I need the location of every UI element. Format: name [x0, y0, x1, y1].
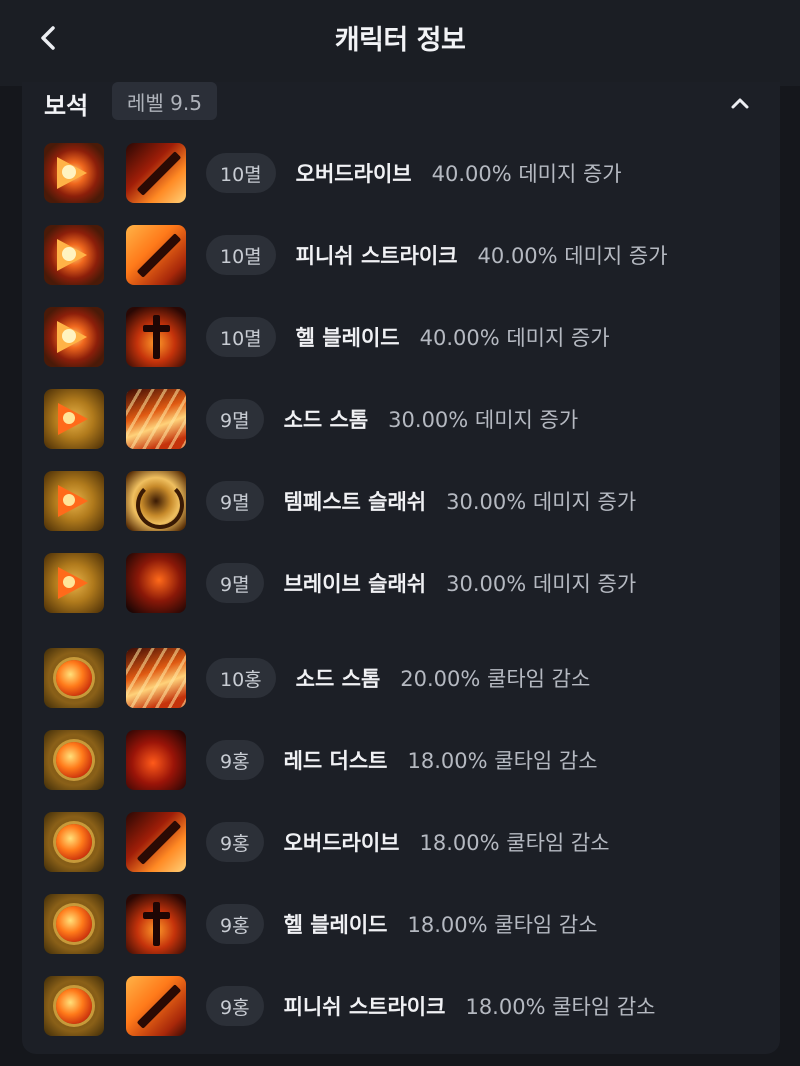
gem-effect: 20.00% 쿨타임 감소 [400, 667, 591, 691]
gem-row[interactable]: 9홍 피니쉬 스트라이크 18.00% 쿨타임 감소 [44, 974, 655, 1038]
gem-effect: 40.00% 데미지 증가 [477, 244, 668, 268]
gem-red-icon [44, 225, 104, 285]
gem-grade-badge: 9멸 [206, 563, 264, 603]
skill-name: 헬 블레이드 [295, 326, 400, 350]
gem-grade-badge: 9홍 [206, 822, 264, 862]
finish-strike-skill-icon [126, 225, 186, 285]
hell-blade-skill-icon [126, 894, 186, 954]
skill-name: 피니쉬 스트라이크 [295, 244, 458, 268]
brave-slash-skill-icon [126, 553, 186, 613]
skill-name: 템페스트 슬래쉬 [283, 490, 427, 514]
sword-storm-skill-icon [126, 648, 186, 708]
skill-name: 헬 블레이드 [283, 913, 388, 937]
gem-effect: 30.00% 데미지 증가 [388, 408, 579, 432]
gem-red-icon [44, 143, 104, 203]
gem-orb-icon [44, 730, 104, 790]
skill-name: 소드 스톰 [295, 667, 381, 691]
gem-effect: 18.00% 쿨타임 감소 [407, 913, 598, 937]
overdrive-skill-icon [126, 812, 186, 872]
gem-grade-badge: 9홍 [206, 986, 264, 1026]
page-title: 캐릭터 정보 [334, 25, 466, 56]
gem-row[interactable]: 10멸 오버드라이브 40.00% 데미지 증가 [44, 141, 622, 205]
gem-grade-badge: 9멸 [206, 399, 264, 439]
level-badge: 레벨 9.5 [112, 82, 217, 120]
gem-effect: 18.00% 쿨타임 감소 [407, 749, 598, 773]
gem-orb-icon [44, 648, 104, 708]
gem-row[interactable]: 10멸 헬 블레이드 40.00% 데미지 증가 [44, 305, 610, 369]
gem-orb-icon [44, 812, 104, 872]
skill-name: 오버드라이브 [283, 831, 400, 855]
gem-effect: 30.00% 데미지 증가 [446, 490, 637, 514]
collapse-button[interactable] [722, 88, 758, 118]
skill-name: 피니쉬 스트라이크 [283, 995, 446, 1019]
gem-row[interactable]: 9홍 레드 더스트 18.00% 쿨타임 감소 [44, 728, 598, 792]
gem-grade-badge: 9홍 [206, 740, 264, 780]
section-title: 보석 [44, 92, 89, 120]
skill-name: 오버드라이브 [295, 162, 412, 186]
gem-row[interactable]: 9멸 소드 스톰 30.00% 데미지 증가 [44, 387, 578, 451]
gem-row[interactable]: 9홍 헬 블레이드 18.00% 쿨타임 감소 [44, 892, 598, 956]
gem-effect: 40.00% 데미지 증가 [431, 162, 622, 186]
overdrive-skill-icon [126, 143, 186, 203]
gem-gold-icon [44, 553, 104, 613]
gem-orb-icon [44, 894, 104, 954]
hell-blade-skill-icon [126, 307, 186, 367]
gem-row[interactable]: 9멸 브레이브 슬래쉬 30.00% 데미지 증가 [44, 551, 636, 615]
gem-grade-badge: 9홍 [206, 904, 264, 944]
chevron-up-icon [731, 98, 749, 109]
gem-gold-icon [44, 389, 104, 449]
skill-name: 소드 스톰 [283, 408, 369, 432]
gem-grade-badge: 9멸 [206, 481, 264, 521]
gem-grade-badge: 10멸 [206, 153, 276, 193]
red-dust-skill-icon [126, 730, 186, 790]
skill-name: 브레이브 슬래쉬 [283, 572, 427, 596]
top-bar: 캐릭터 정보 [0, 0, 800, 86]
gem-red-icon [44, 307, 104, 367]
gem-grade-badge: 10멸 [206, 235, 276, 275]
gem-row[interactable]: 10멸 피니쉬 스트라이크 40.00% 데미지 증가 [44, 223, 668, 287]
skill-name: 레드 더스트 [283, 749, 388, 773]
gem-effect: 18.00% 쿨타임 감소 [419, 831, 610, 855]
gem-grade-badge: 10멸 [206, 317, 276, 357]
gem-effect: 18.00% 쿨타임 감소 [465, 995, 656, 1019]
gem-gold-icon [44, 471, 104, 531]
gem-effect: 40.00% 데미지 증가 [419, 326, 610, 350]
gem-effect: 30.00% 데미지 증가 [446, 572, 637, 596]
tempest-slash-skill-icon [126, 471, 186, 531]
gem-row[interactable]: 10홍 소드 스톰 20.00% 쿨타임 감소 [44, 646, 590, 710]
gem-orb-icon [44, 976, 104, 1036]
gem-grade-badge: 10홍 [206, 658, 276, 698]
finish-strike-skill-icon [126, 976, 186, 1036]
gem-section-card: 보석 레벨 9.5 10멸 오버드라이브 40.00% 데미지 증가 10멸 피니쉬 스… [22, 82, 780, 1054]
gem-row[interactable]: 9멸 템페스트 슬래쉬 30.00% 데미지 증가 [44, 469, 636, 533]
gem-row[interactable]: 9홍 오버드라이브 18.00% 쿨타임 감소 [44, 810, 610, 874]
sword-storm-skill-icon [126, 389, 186, 449]
